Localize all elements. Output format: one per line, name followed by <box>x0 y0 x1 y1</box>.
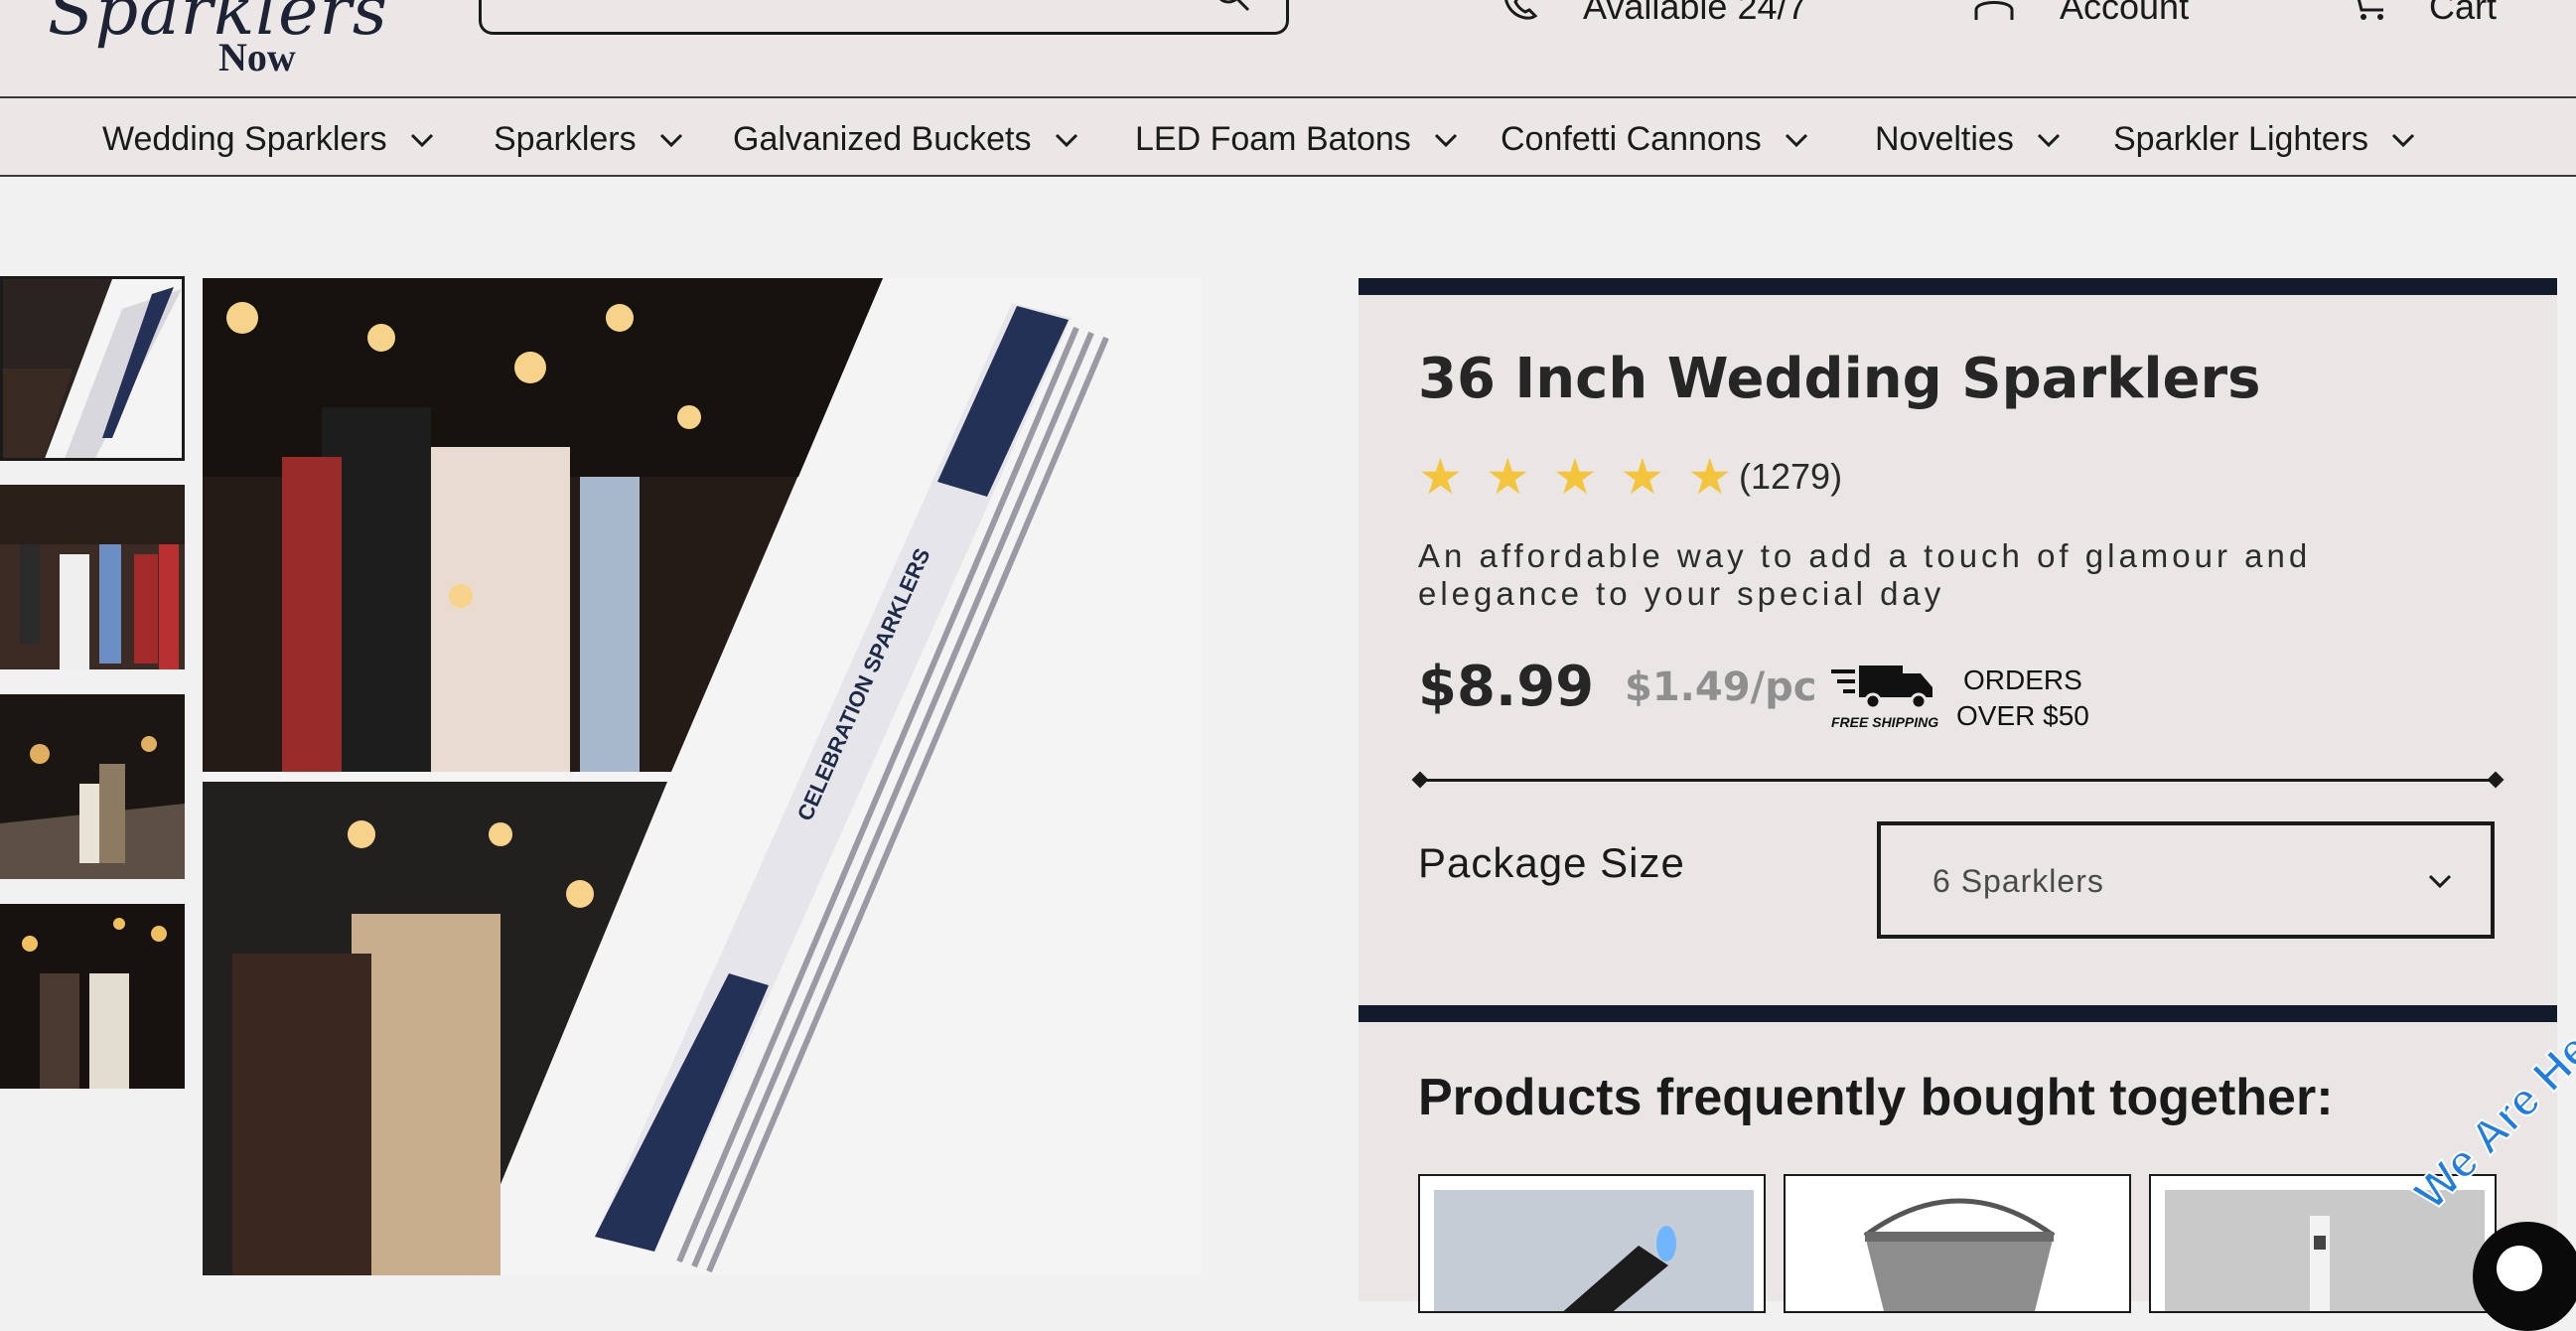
package-size-select[interactable]: 6 Sparklers <box>1877 821 2495 939</box>
thumbnail-image <box>0 485 185 669</box>
nav-item-label: Sparklers <box>494 120 637 158</box>
product-photo: CELEBRATION SPARKLERS <box>203 278 1201 1275</box>
product-price: $8.99 <box>1418 655 1595 719</box>
thumbnail-2[interactable] <box>0 485 185 669</box>
truck-icon <box>1831 666 1932 710</box>
account-icon[interactable] <box>1972 0 2016 24</box>
chevron-down-icon <box>2391 133 2415 147</box>
logo-now[interactable]: Now <box>218 34 296 80</box>
shipping-note-line2: OVER $50 <box>1956 700 2089 731</box>
chevron-down-icon <box>410 133 433 147</box>
chevron-down-icon <box>1055 133 1077 147</box>
product-info-panel: 36 Inch Wedding Sparklers ★ ★ ★ ★ ★ (127… <box>1359 278 2557 1006</box>
rating-stars[interactable]: ★ ★ ★ ★ ★ <box>1418 452 1732 502</box>
product-main-image[interactable]: CELEBRATION SPARKLERS <box>203 278 1201 1275</box>
star-icon: ★ <box>1552 449 1598 505</box>
chat-button[interactable] <box>2473 1222 2576 1331</box>
fbt-product-card[interactable] <box>1418 1174 1766 1313</box>
thumbnail-3[interactable] <box>0 694 185 879</box>
chevron-down-icon <box>1434 133 1457 147</box>
divider-end <box>2487 771 2504 789</box>
section-divider <box>1359 1005 2557 1022</box>
chevron-down-icon <box>2037 133 2060 147</box>
free-shipping-badge: FREE SHIPPING <box>1831 714 1939 730</box>
nav-item-sparklers[interactable]: Sparklers <box>494 120 684 159</box>
star-icon: ★ <box>1485 449 1530 505</box>
cart-link[interactable]: Cart <box>2429 0 2497 28</box>
search-input[interactable] <box>479 0 1289 35</box>
account-link[interactable]: Account <box>2060 0 2189 28</box>
search-icon[interactable] <box>1211 0 1254 14</box>
star-icon: ★ <box>1418 449 1463 505</box>
thumbnail-1[interactable] <box>0 276 185 461</box>
thumbnail-image <box>3 279 182 458</box>
nav-item-novelties[interactable]: Novelties <box>1875 120 2062 159</box>
thumbnail-image <box>0 694 185 879</box>
nav-item-label: Confetti Cannons <box>1501 120 1762 158</box>
divider-end <box>1411 771 1429 789</box>
main-navigation: Wedding Sparklers Sparklers Galvanized B… <box>0 96 2576 177</box>
nav-item-confetti-cannons[interactable]: Confetti Cannons <box>1501 120 1809 159</box>
review-count[interactable]: (1279) <box>1739 456 1842 498</box>
bucket-image <box>1799 1190 2119 1311</box>
nav-item-label: Novelties <box>1875 120 2014 158</box>
fbt-title: Products frequently bought together: <box>1418 1069 2334 1126</box>
nav-item-sparkler-lighters[interactable]: Sparkler Lighters <box>2113 120 2416 159</box>
chevron-down-icon <box>2428 874 2452 889</box>
support-availability[interactable]: Available 24/7 <box>1583 0 1807 28</box>
unit-price: $1.49/pc <box>1625 665 1817 710</box>
site-header: Sparklers Now Available 24/7 Account Car… <box>0 0 2576 96</box>
star-icon: ★ <box>1620 449 1665 505</box>
product-description: An affordable way to add a touch of glam… <box>1418 537 2312 612</box>
nav-item-label: Galvanized Buckets <box>733 120 1032 158</box>
nav-item-wedding-sparklers[interactable]: Wedding Sparklers <box>102 120 435 159</box>
nav-item-label: Wedding Sparklers <box>102 120 387 158</box>
phone-icon <box>1504 0 1538 20</box>
fbt-product-card[interactable] <box>1784 1174 2131 1313</box>
divider <box>1418 779 2496 782</box>
star-icon: ★ <box>1687 449 1733 505</box>
thumbnail-image <box>0 904 185 1089</box>
nav-item-label: Sparkler Lighters <box>2113 120 2369 158</box>
shipping-note-line1: ORDERS <box>1963 665 2082 695</box>
nav-item-led-foam-batons[interactable]: LED Foam Batons <box>1135 120 1459 159</box>
chevron-down-icon <box>659 133 682 147</box>
chat-icon <box>2497 1246 2542 1291</box>
package-size-value: 6 Sparklers <box>1932 863 2104 899</box>
nav-item-label: LED Foam Batons <box>1135 120 1411 158</box>
thumbnail-4[interactable] <box>0 904 185 1089</box>
frequently-bought-section: Products frequently bought together: <box>1359 1022 2557 1313</box>
package-size-label: Package Size <box>1418 839 1685 886</box>
shipping-threshold: ORDERS OVER $50 <box>1956 663 2089 734</box>
nav-item-galvanized-buckets[interactable]: Galvanized Buckets <box>733 120 1079 159</box>
cart-icon[interactable] <box>2348 0 2391 24</box>
chevron-down-icon <box>1785 133 1807 147</box>
product-title: 36 Inch Wedding Sparklers <box>1418 347 2261 411</box>
lighter-image <box>1434 1190 1754 1311</box>
